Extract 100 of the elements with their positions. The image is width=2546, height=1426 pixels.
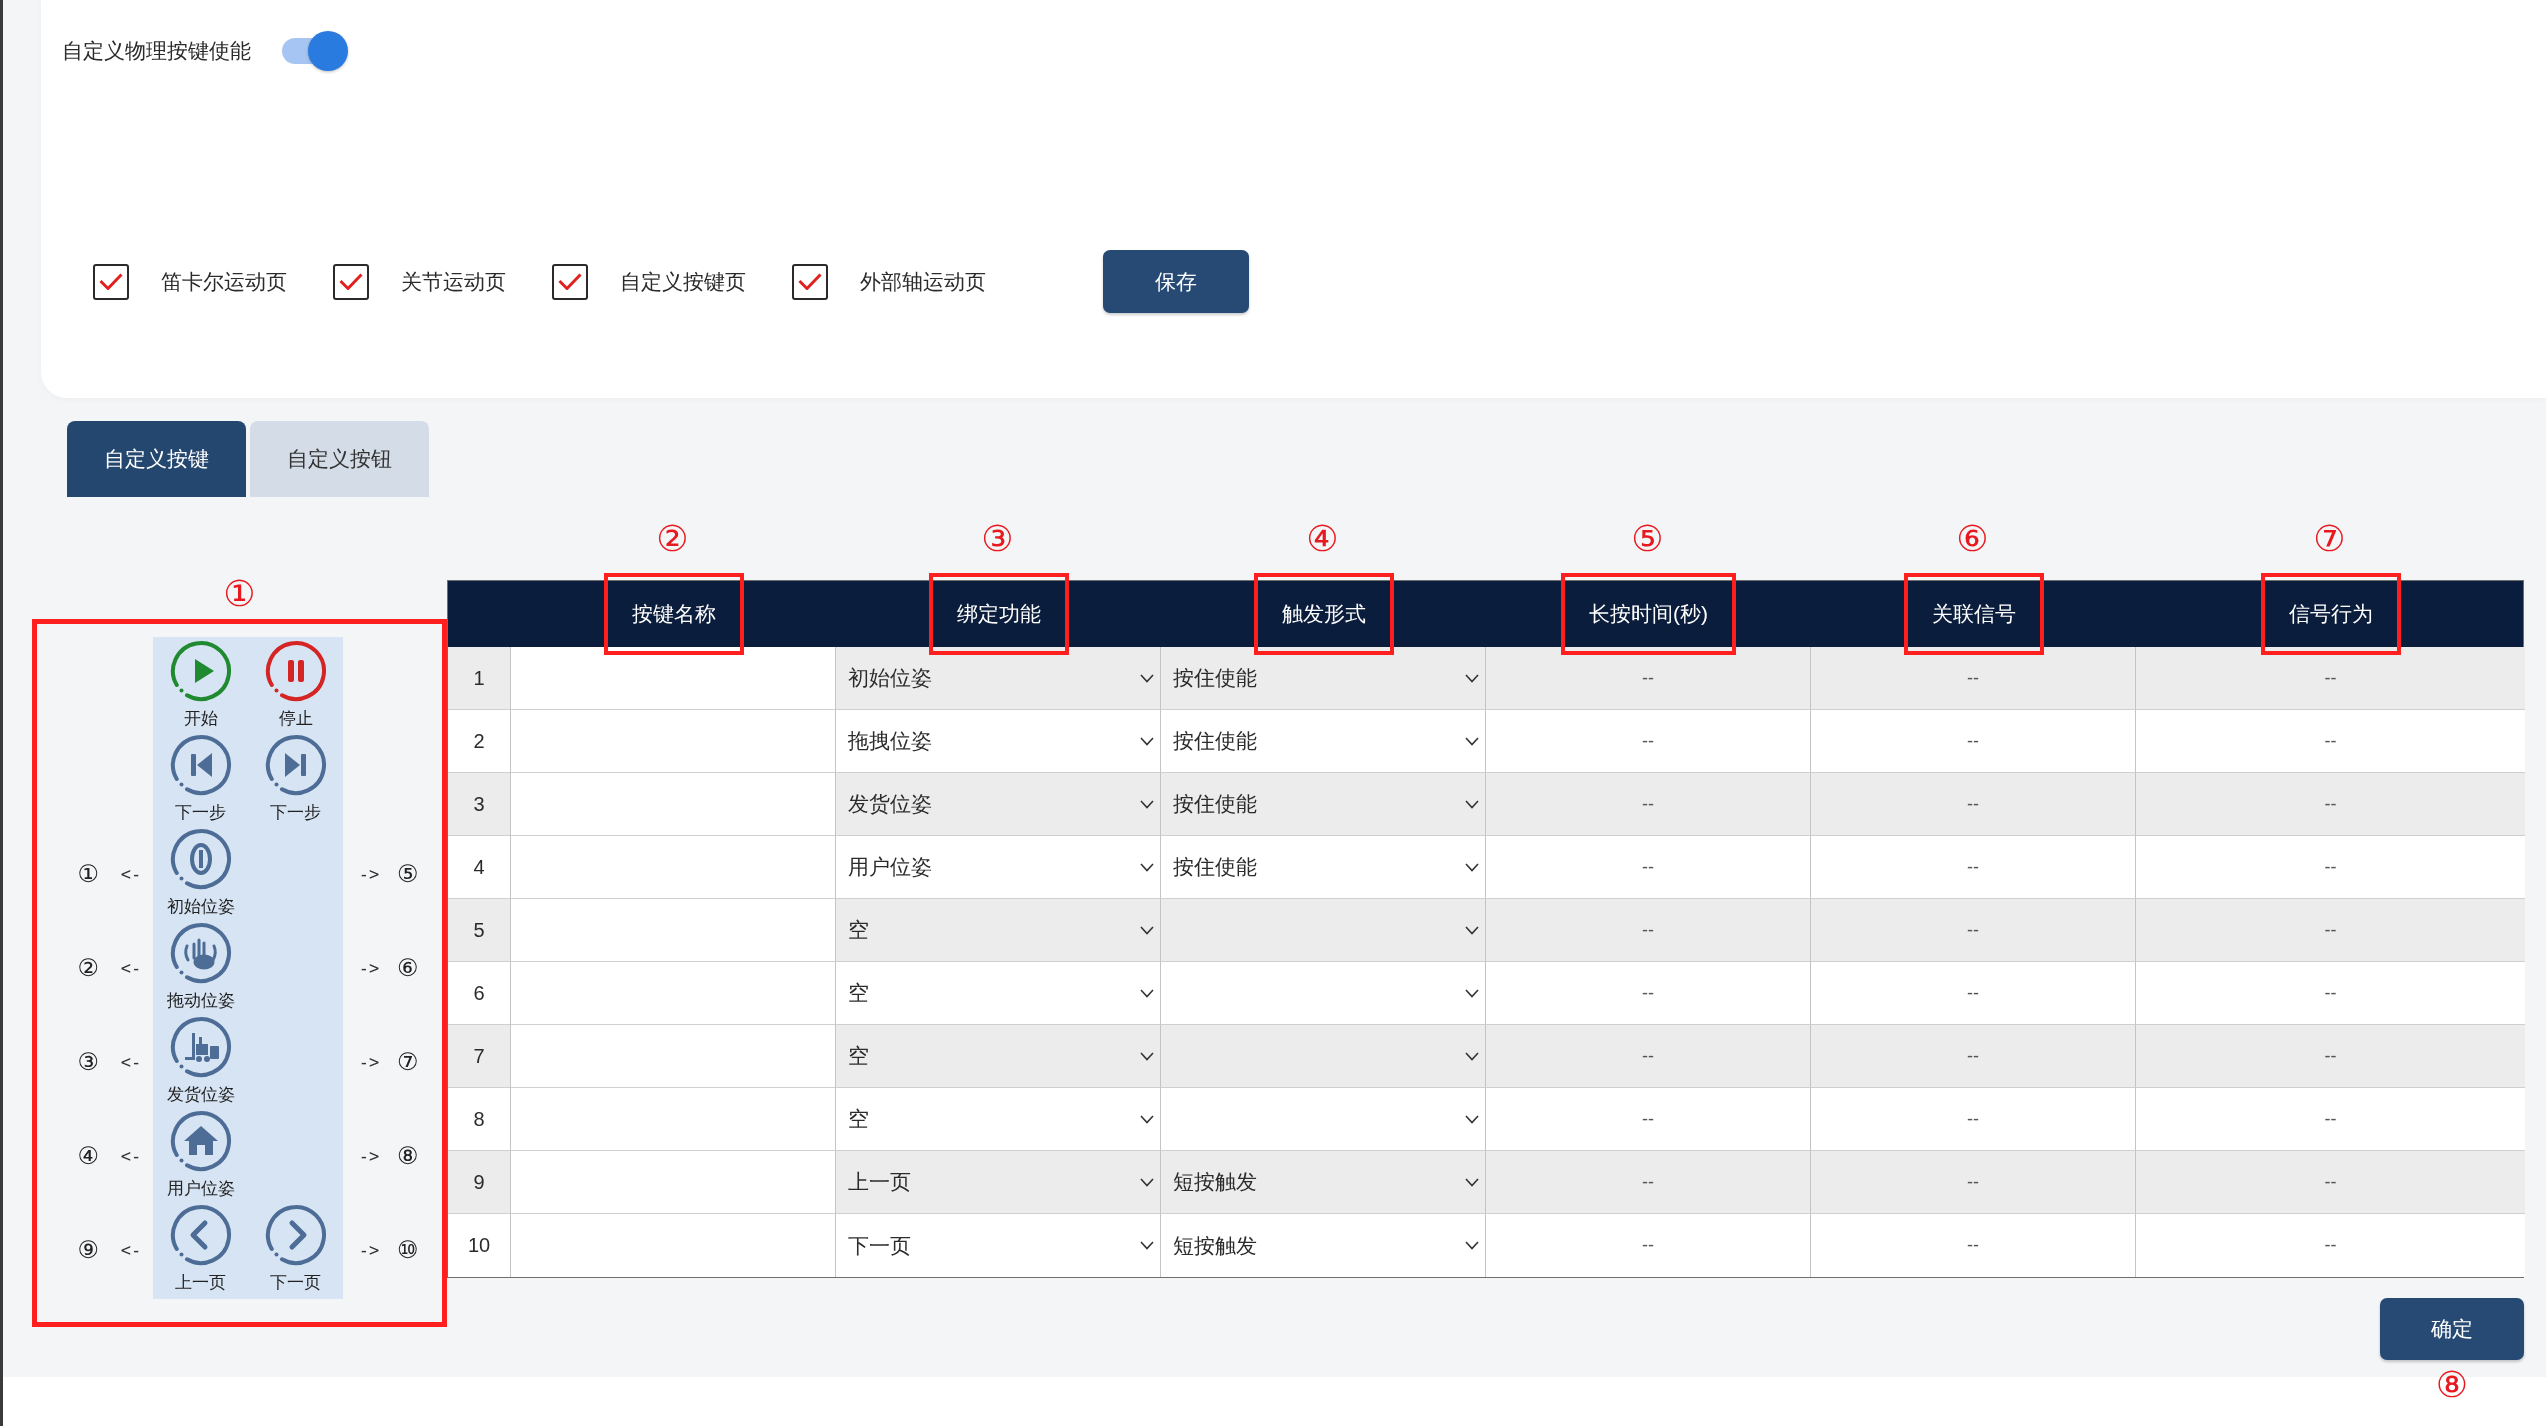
table-cell: -- <box>1811 1151 2136 1214</box>
name-input[interactable] <box>511 962 836 1025</box>
key-button[interactable]: 下一步 <box>169 733 232 824</box>
name-input[interactable] <box>511 899 836 962</box>
row-number: 6 <box>448 962 511 1025</box>
column-header: 触发形式 <box>1281 601 1366 627</box>
annotation-number: ⑥ <box>1956 520 1989 558</box>
chevron-down-icon <box>1140 862 1154 872</box>
key-number-label: ⑨ <box>77 1236 99 1264</box>
table-cell: -- <box>1486 1151 1811 1214</box>
function-select[interactable]: 下一页 <box>836 1214 1161 1277</box>
key-button[interactable]: 拖动位姿 <box>166 921 235 1012</box>
chevron-down-icon <box>1140 1051 1154 1061</box>
row-number: 2 <box>448 710 511 773</box>
function-select[interactable]: 空 <box>836 1088 1161 1151</box>
trigger-select[interactable] <box>1161 1025 1486 1088</box>
checkbox[interactable] <box>93 263 129 300</box>
confirm-button[interactable]: 确定 <box>2380 1298 2524 1360</box>
table-cell: -- <box>1486 647 1811 710</box>
trigger-select[interactable] <box>1161 1088 1486 1151</box>
row-number: 1 <box>448 647 511 710</box>
trigger-select[interactable]: 按住使能 <box>1161 836 1486 899</box>
chevron-down-icon <box>1465 736 1479 746</box>
table-cell: -- <box>2136 1151 2525 1214</box>
chevron-down-icon <box>1465 1114 1479 1124</box>
checkmark-icon <box>558 272 582 291</box>
trigger-select[interactable]: 短按触发 <box>1161 1214 1486 1277</box>
key-number-label: ⑦ <box>397 1048 419 1076</box>
row-number: 5 <box>448 899 511 962</box>
function-select[interactable]: 拖拽位姿 <box>836 710 1161 773</box>
trigger-select[interactable]: 按住使能 <box>1161 647 1486 710</box>
table-cell: -- <box>2136 1088 2525 1151</box>
key-number-label: ⑤ <box>397 860 419 888</box>
row-number: 9 <box>448 1151 511 1214</box>
function-select[interactable]: 初始位姿 <box>836 647 1161 710</box>
trigger-select[interactable]: 短按触发 <box>1161 1151 1486 1214</box>
name-input[interactable] <box>511 1025 836 1088</box>
table-cell: -- <box>1811 962 2136 1025</box>
checkmark-icon <box>339 272 363 291</box>
tab[interactable]: 自定义按键 <box>67 421 246 497</box>
toggle-switch[interactable] <box>282 31 348 71</box>
key-button[interactable]: 下一步 <box>264 733 327 824</box>
hand-icon <box>169 922 232 984</box>
checkbox-label: 外部轴运动页 <box>860 268 986 295</box>
table-cell: -- <box>1486 836 1811 899</box>
key-button[interactable]: 开始 <box>169 639 232 730</box>
table-cell: -- <box>2136 710 2525 773</box>
tab[interactable]: 自定义按钮 <box>250 421 429 497</box>
checkbox[interactable] <box>333 263 369 300</box>
arrow-label: <- <box>120 1052 142 1072</box>
annotation-number: ② <box>656 520 689 558</box>
chevron-down-icon <box>1140 1114 1154 1124</box>
chevron-down-icon <box>1465 799 1479 809</box>
column-header: 关联信号 <box>1931 601 2016 627</box>
function-select[interactable]: 上一页 <box>836 1151 1161 1214</box>
checkbox-label: 自定义按键页 <box>620 268 746 295</box>
chevron-down-icon <box>1140 673 1154 683</box>
key-button[interactable]: 初始位姿 <box>166 827 235 918</box>
checkbox[interactable] <box>552 263 588 300</box>
table-cell: -- <box>2136 1214 2525 1277</box>
chevron-down-icon <box>1465 1241 1479 1250</box>
chevron-right-icon <box>264 1204 327 1266</box>
trigger-select[interactable]: 按住使能 <box>1161 773 1486 836</box>
function-select[interactable]: 发货位姿 <box>836 773 1161 836</box>
trigger-select[interactable]: 按住使能 <box>1161 710 1486 773</box>
key-button[interactable]: 下一页 <box>264 1203 327 1294</box>
column-header: 按键名称 <box>631 601 716 627</box>
name-input[interactable] <box>511 836 836 899</box>
arrow-label: -> <box>358 1052 380 1072</box>
trigger-select[interactable] <box>1161 962 1486 1025</box>
table-cell: -- <box>1486 899 1811 962</box>
trigger-select[interactable] <box>1161 899 1486 962</box>
key-button[interactable]: 用户位姿 <box>166 1109 235 1200</box>
name-input[interactable] <box>511 710 836 773</box>
chevron-down-icon <box>1140 1241 1154 1250</box>
key-number-label: ① <box>77 860 99 888</box>
name-input[interactable] <box>511 1088 836 1151</box>
key-button[interactable]: 发货位姿 <box>166 1015 235 1106</box>
chevron-down-icon <box>1140 925 1154 935</box>
function-select[interactable]: 空 <box>836 899 1161 962</box>
key-number-label: ⑧ <box>397 1142 419 1170</box>
skip-forward-icon <box>264 734 327 796</box>
name-input[interactable] <box>511 1151 836 1214</box>
save-button[interactable]: 保存 <box>1103 250 1249 313</box>
table-cell: -- <box>1811 1214 2136 1277</box>
annotation-number: ③ <box>981 520 1014 558</box>
function-select[interactable]: 空 <box>836 962 1161 1025</box>
checkbox[interactable] <box>792 263 828 300</box>
name-input[interactable] <box>511 773 836 836</box>
name-input[interactable] <box>511 1214 836 1277</box>
key-number-label: ⑥ <box>397 954 419 982</box>
function-select[interactable]: 用户位姿 <box>836 836 1161 899</box>
key-button[interactable]: 停止 <box>264 639 327 730</box>
key-button[interactable]: 上一页 <box>169 1203 232 1294</box>
table-cell: -- <box>1811 773 2136 836</box>
chevron-down-icon <box>1465 1051 1479 1061</box>
name-input[interactable] <box>511 647 836 710</box>
function-select[interactable]: 空 <box>836 1025 1161 1088</box>
table-cell: -- <box>2136 773 2525 836</box>
column-header: 长按时间(秒) <box>1589 601 1708 627</box>
